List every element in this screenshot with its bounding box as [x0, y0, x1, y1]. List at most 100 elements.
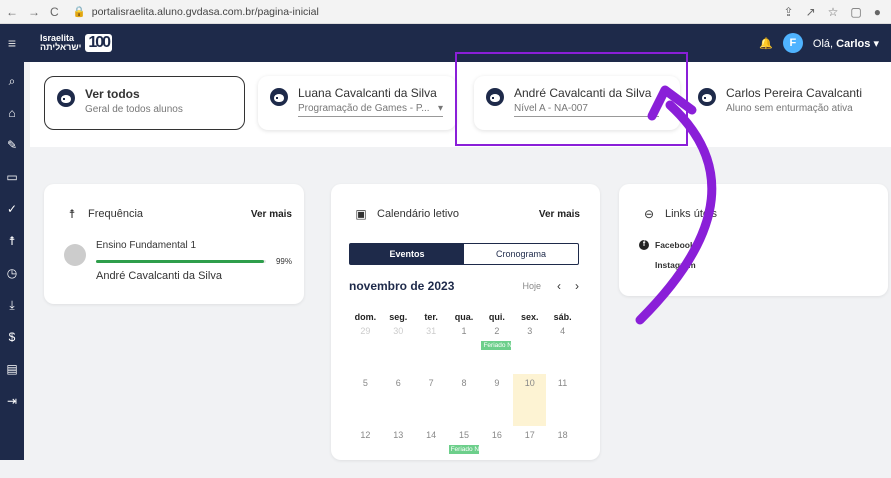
day-cell[interactable]: 8 [448, 374, 481, 426]
attendance-row: Ensino Fundamental 1 99% André Cavalcant… [44, 222, 304, 282]
home-icon[interactable]: ⌂ [0, 104, 24, 122]
calendar-more-link[interactable]: Ver mais [539, 209, 580, 220]
attendance-student: André Cavalcanti da Silva [95, 270, 222, 282]
lock-icon: 🔒 [72, 6, 86, 18]
logo[interactable]: Israelita ישראליתה 100 [40, 34, 113, 52]
student-sub: Geral de todos alunos [85, 104, 183, 115]
address-bar[interactable]: 🔒 portalisraelita.aluno.gvdasa.com.br/pa… [72, 5, 319, 19]
day-cell[interactable]: 7 [415, 374, 448, 426]
attendance-percent: 99% [275, 257, 292, 266]
star-icon[interactable]: ☆ [828, 5, 839, 19]
day-cell[interactable]: 16 [480, 426, 513, 478]
day-cell[interactable]: 4 [546, 322, 579, 374]
attendance-header: ☨ Frequência Ver mais [44, 184, 304, 222]
calendar-grid: dom. seg. ter. qua. qui. sex. sáb. 29 30… [349, 312, 579, 478]
avatar[interactable]: F [782, 33, 803, 53]
logout-icon[interactable]: ⇥ [0, 392, 24, 410]
calendar-title: Calendário letivo [377, 208, 459, 220]
day-number: 31 [426, 326, 437, 336]
annotation-arrow [635, 85, 717, 325]
profile-icon[interactable]: ● [874, 5, 881, 19]
chevron-right-icon[interactable]: › [575, 279, 579, 293]
hamburger-icon[interactable]: ≡ [0, 35, 24, 51]
sidepanel-icon[interactable]: ▢ [850, 5, 861, 19]
day-cell[interactable]: 18 [546, 426, 579, 478]
calendar-icon[interactable]: ▭ [0, 168, 24, 186]
checklist-icon[interactable]: ✓ [0, 200, 24, 218]
day-number: 12 [360, 430, 371, 440]
day-cell[interactable]: 14 [415, 426, 448, 478]
day-cell[interactable]: 13 [382, 426, 415, 478]
bell-icon[interactable]: 🔔 [759, 37, 773, 50]
day-cell[interactable]: 17 [513, 426, 546, 478]
day-cell[interactable]: 11 [546, 374, 579, 426]
day-number: 7 [428, 378, 434, 388]
calendar-tabs: Eventos Cronograma [349, 243, 579, 265]
tab-cronograma[interactable]: Cronograma [464, 244, 578, 264]
day-cell[interactable]: 6 [382, 374, 415, 426]
day-cell[interactable]: 31 [415, 322, 448, 374]
weekday: qui. [488, 312, 505, 322]
day-cell[interactable]: 9 [480, 374, 513, 426]
day-number: 18 [557, 430, 568, 440]
day-number: 9 [494, 378, 500, 388]
day-cell[interactable]: 12 [349, 426, 382, 478]
day-cell[interactable]: 2 Feriado N [480, 322, 513, 374]
attendance-card: ☨ Frequência Ver mais Ensino Fundamental… [44, 184, 304, 304]
day-number: 8 [461, 378, 467, 388]
translate-icon[interactable]: ⇪ [784, 5, 794, 19]
day-number: 17 [524, 430, 535, 440]
download-icon[interactable]: ⤓ [0, 296, 24, 314]
dollar-icon[interactable]: $ [0, 328, 24, 346]
event-badge[interactable]: Feriado N [448, 445, 479, 454]
avatar [64, 244, 86, 266]
clock-icon[interactable]: ◷ [0, 264, 24, 282]
tab-eventos[interactable]: Eventos [350, 244, 464, 264]
app-header: ≡ Israelita ישראליתה 100 🔔 F Olá, Carlos… [0, 24, 891, 62]
class-select[interactable]: Programação de Games - P... ▾ [298, 103, 443, 117]
person-icon[interactable]: ☨ [0, 232, 24, 250]
attendance-more-link[interactable]: Ver mais [251, 209, 292, 220]
share-icon[interactable]: ↗ [806, 5, 816, 19]
student-name: Ver todos [85, 87, 140, 101]
weekday: dom. [354, 312, 377, 322]
student-card-all[interactable]: Ver todos Geral de todos alunos [44, 76, 245, 130]
day-cell[interactable]: 15 Feriado N [448, 426, 481, 478]
day-number: 2 [494, 326, 500, 336]
search-icon[interactable]: ⌕ [0, 72, 24, 90]
pencil-icon[interactable]: ✎ [0, 136, 24, 154]
day-cell[interactable]: 5 [349, 374, 382, 426]
today-button[interactable]: Hoje [522, 281, 541, 291]
attendance-progress [95, 260, 266, 263]
day-cell-today[interactable]: 10 [513, 374, 547, 426]
day-number: 6 [395, 378, 401, 388]
greeting[interactable]: Olá, Carlos ▾ [813, 37, 879, 50]
greeting-prefix: Olá, [812, 37, 834, 50]
week-row: 12 13 14 15 Feriado N 16 17 18 [349, 426, 579, 478]
attendance-progress-fill [95, 260, 265, 263]
day-number: 10 [524, 378, 535, 388]
week-row: 5 6 7 8 9 10 11 [349, 374, 579, 426]
day-cell[interactable]: 3 [513, 322, 546, 374]
student-card-luana[interactable]: Luana Cavalcanti da Silva Programação de… [258, 76, 456, 130]
student-name: Luana Cavalcanti da Silva [298, 86, 437, 100]
chat-icon[interactable]: ▤ [0, 360, 24, 378]
day-cell[interactable]: 1 [448, 322, 481, 374]
browser-actions: ⇪ ↗ ☆ ▢ ● [784, 5, 881, 19]
day-number: 29 [360, 326, 371, 336]
back-icon[interactable]: ← [6, 5, 18, 19]
forward-icon[interactable]: → [28, 5, 40, 19]
chevron-left-icon[interactable]: ‹ [557, 279, 561, 293]
student-face-icon [270, 88, 288, 106]
event-badge[interactable]: Feriado N [481, 341, 512, 350]
day-cell[interactable]: 29 [349, 322, 382, 374]
browser-nav: ← → C [6, 5, 59, 19]
user-name: Carlos [836, 37, 871, 50]
course-name: Ensino Fundamental 1 [95, 240, 197, 251]
reload-icon[interactable]: C [50, 5, 59, 19]
day-number: 15 [459, 430, 470, 440]
day-number: 4 [560, 326, 566, 336]
day-cell[interactable]: 30 [382, 322, 415, 374]
weekday: ter. [424, 312, 438, 322]
week-row: 29 30 31 1 2 Feriado N 3 4 [349, 322, 579, 374]
